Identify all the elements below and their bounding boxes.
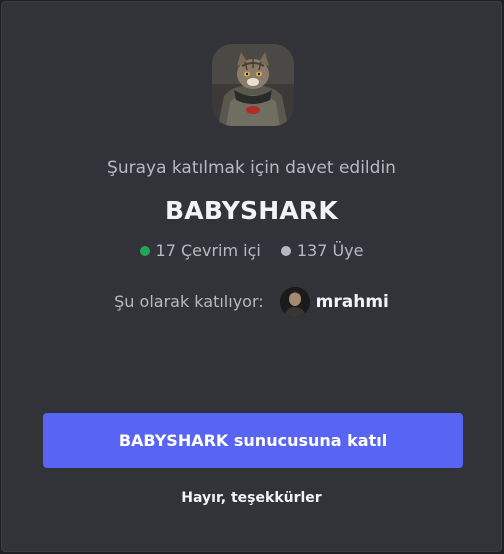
decline-button[interactable]: Hayır, teşekkürler <box>2 487 501 509</box>
joining-as-row: Şu olarak katılıyor: mrahmi <box>2 287 501 317</box>
online-count: 17 Çevrim içi <box>139 239 261 263</box>
cat-in-jacket-image <box>212 44 294 126</box>
joining-as-label: Şu olarak katılıyor: <box>114 292 264 311</box>
server-name: BABYSHARK <box>165 196 338 225</box>
server-icon <box>212 44 294 126</box>
online-status-dot-icon <box>139 246 150 256</box>
user-avatar-image <box>279 287 310 317</box>
member-count-label: 137 Üye <box>296 241 364 260</box>
member-status-dot-icon <box>280 246 291 256</box>
server-stats: 17 Çevrim içi 137 Üye <box>2 239 501 263</box>
avatar <box>279 287 310 317</box>
invite-heading: Şuraya katılmak için davet edildin <box>107 158 396 178</box>
join-server-button[interactable]: BABYSHARK sunucusuna katıl <box>43 413 463 468</box>
online-count-label: 17 Çevrim içi <box>155 241 261 260</box>
username: mrahmi <box>315 292 389 312</box>
invite-modal: Şuraya katılmak için davet edildin BABYS… <box>1 1 502 552</box>
member-count: 137 Üye <box>280 239 364 263</box>
